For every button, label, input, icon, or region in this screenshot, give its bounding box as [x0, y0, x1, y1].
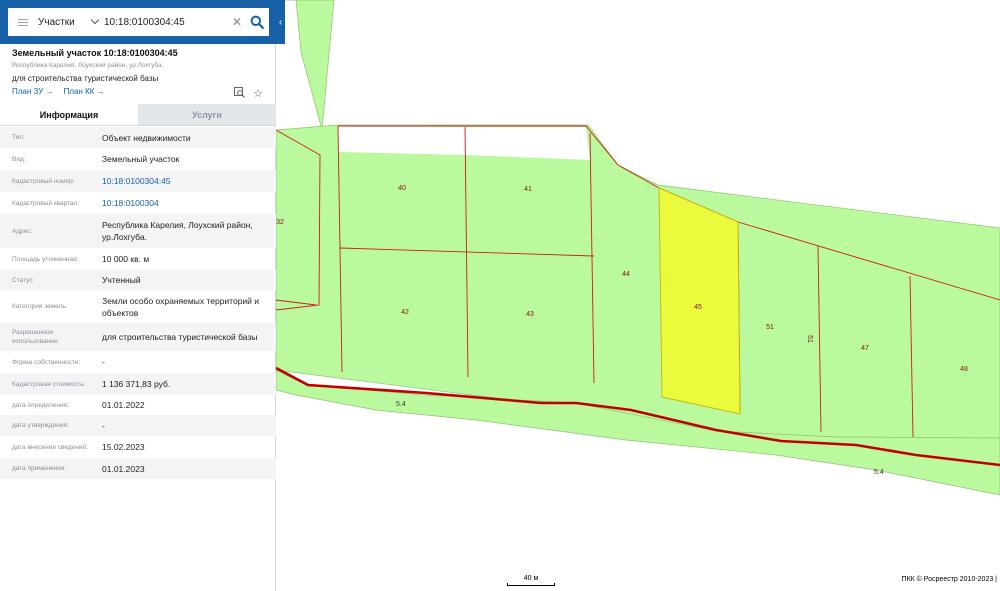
- attribute-row: Форма собственности: -: [0, 351, 276, 373]
- tab-information[interactable]: Информация: [0, 104, 138, 125]
- attribute-row: Тип: Объект недвижимости: [0, 127, 276, 148]
- info-panel: Участки ✕ Земельный участок 10:18:010030…: [0, 0, 285, 591]
- plot-label-45: 45: [694, 304, 702, 311]
- plot-label-48: 48: [960, 366, 968, 373]
- plot-label-42: 42: [401, 309, 409, 316]
- search-bar: Участки ✕: [0, 0, 285, 44]
- map-canvas[interactable]: 32 40 41 42 43 44 45 51 51 47 48 5.4 5.4: [276, 0, 1000, 591]
- attribute-row: Категория земель: Земли особо охраняемых …: [0, 290, 276, 323]
- attribute-label: Кадастровая стоимость:: [12, 380, 86, 388]
- plan-links: План ЗУ → План КК →: [12, 87, 105, 96]
- search-box: Участки ✕: [8, 8, 269, 36]
- white-parcel-40-top: [338, 126, 465, 155]
- star-icon[interactable]: ☆: [253, 87, 263, 101]
- attribute-label: дата утверждения:: [12, 422, 69, 429]
- attribute-label: Форма собственности:: [12, 358, 81, 366]
- attribute-label: Категория земель:: [12, 303, 68, 310]
- attribute-label: Статус:: [12, 276, 35, 284]
- attribute-table: Тип: Объект недвижимости Вид: Земельный уч…: [0, 127, 276, 479]
- object-title: Земельный участок 10:18:0100304:45: [12, 48, 178, 58]
- attribute-label: дата определения:: [12, 401, 69, 409]
- plan-kk-link[interactable]: План КК →: [64, 87, 105, 96]
- copyright: ПКК © Росреестр 2010-2023 |: [901, 576, 997, 583]
- attribute-row: дата внесения сведений: 15.02.2023: [0, 436, 276, 458]
- scale-label: 40 м: [523, 575, 539, 582]
- plot-label-51-vertical: 51: [806, 335, 813, 343]
- attribute-label: Площадь уточненная:: [12, 255, 79, 263]
- tab-services[interactable]: Услуги: [138, 104, 276, 125]
- attribute-row: Кадастровый квартал: 10:18:0100304: [0, 192, 276, 214]
- green-area-upper-left: [295, 0, 335, 131]
- search-type-label: Участки: [38, 16, 75, 28]
- zoom-to-object-icon[interactable]: [234, 87, 246, 101]
- plot-label-41: 41: [524, 186, 532, 193]
- attribute-label: дата внесения сведений:: [12, 443, 88, 451]
- plot-label-44: 44: [622, 271, 630, 278]
- attribute-row: Кадастровая стоимость: 1 136 371,83 руб.: [0, 373, 276, 395]
- attribute-value: Земельный участок: [102, 154, 180, 164]
- header-actions: ☆: [234, 87, 263, 101]
- object-address: Республика Карелия, Лоухский район, ур.Л…: [12, 62, 164, 69]
- cadastral-quarter-link[interactable]: 10:18:0100304: [102, 197, 268, 209]
- attribute-value: Учтенный: [102, 275, 141, 285]
- plot-label-32: 32: [276, 219, 284, 226]
- attribute-value: -: [102, 420, 105, 431]
- selected-parcel-45[interactable]: [658, 187, 741, 415]
- plot-label-47: 47: [861, 345, 869, 352]
- object-purpose: для строительства туристической базы: [12, 74, 159, 83]
- object-header: Земельный участок 10:18:0100304:45 Респу…: [12, 47, 270, 85]
- road-label-left: 5.4: [396, 401, 406, 408]
- attribute-value: 1 136 371,83 руб.: [102, 379, 171, 389]
- scale-bar: [507, 583, 555, 586]
- attribute-row: дата определения: 01.01.2022: [0, 395, 276, 415]
- attribute-value: для строительства туристической базы: [102, 332, 258, 342]
- tab-bar: Информация Услуги: [0, 104, 276, 126]
- close-icon[interactable]: ✕: [229, 15, 245, 29]
- search-icon[interactable]: [245, 8, 269, 36]
- map-scale: 40 м: [507, 575, 555, 586]
- attribute-row: Статус: Учтенный: [0, 270, 276, 290]
- attribute-row: Площадь уточненная: 10 000 кв. м: [0, 248, 276, 270]
- map-view[interactable]: 32 40 41 42 43 44 45 51 51 47 48 5.4 5.4…: [276, 0, 1000, 591]
- attribute-row: дата применения: 01.01.2023: [0, 458, 276, 479]
- attribute-label: дата применения:: [12, 465, 67, 472]
- attribute-label: Тип:: [12, 134, 25, 141]
- attribute-row: Кадастровый номер: 10:18:0100304:45: [0, 170, 276, 192]
- attribute-label: Вид:: [12, 155, 26, 163]
- menu-icon[interactable]: [8, 8, 38, 36]
- attribute-value: 01.01.2022: [102, 400, 145, 410]
- road-label-right: 5.4: [874, 469, 884, 476]
- attribute-row: Вид: Земельный участок: [0, 148, 276, 170]
- attribute-row: Адрес: Республика Карелия, Лоухский район…: [0, 214, 276, 248]
- search-type-select[interactable]: Участки: [38, 8, 99, 36]
- attribute-value: Земли особо охраняемых территорий и объе…: [102, 295, 260, 318]
- attribute-value: -: [102, 357, 105, 367]
- attribute-row: Разрешенное использование: для строительс…: [0, 323, 276, 351]
- plot-label-40: 40: [398, 185, 406, 192]
- cadastral-number-link[interactable]: 10:18:0100304:45: [102, 175, 268, 187]
- attribute-label: Кадастровый номер:: [12, 177, 75, 185]
- search-input[interactable]: [98, 9, 229, 35]
- attribute-label: Адрес:: [12, 227, 33, 235]
- attribute-label: Кадастровый квартал:: [12, 199, 80, 207]
- attribute-value: 15.02.2023: [102, 442, 145, 452]
- white-parcel-41-top: [465, 127, 590, 160]
- attribute-row: дата утверждения: -: [0, 415, 276, 436]
- attribute-value: Объект недвижимости: [102, 132, 191, 143]
- attribute-label: Разрешенное использование:: [12, 329, 60, 345]
- plot-label-43: 43: [526, 311, 534, 318]
- collapse-panel-button[interactable]: ‹: [276, 12, 285, 34]
- attribute-value: Республика Карелия, Лоухский район, ур.Л…: [102, 220, 253, 242]
- attribute-value: 01.01.2023: [102, 463, 145, 474]
- plan-zu-link[interactable]: План ЗУ →: [12, 87, 54, 96]
- plot-label-51: 51: [766, 324, 774, 331]
- attribute-value: 10 000 кв. м: [102, 254, 150, 264]
